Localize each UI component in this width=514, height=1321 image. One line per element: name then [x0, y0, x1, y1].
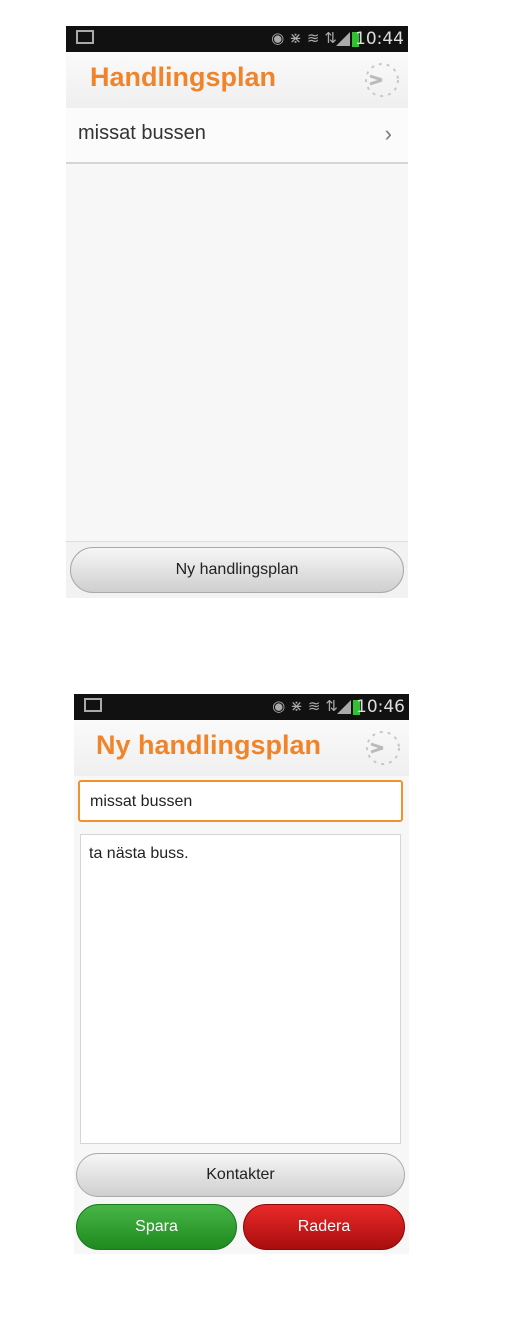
signal-icon [336, 32, 350, 46]
status-bar: ◉⋇≋⇅ 10:44 [66, 26, 408, 52]
list-item-label: missat bussen [78, 122, 206, 144]
page-title: Handlingsplan [90, 62, 277, 92]
gallery-icon [84, 698, 102, 712]
plan-title-input[interactable]: missat bussen [78, 780, 403, 822]
nfc-icon: ≋ [306, 29, 325, 47]
plan-editor: missat bussen ta nästa buss. Kontakter S… [74, 776, 409, 1254]
page-title: Ny handlingsplan [96, 730, 322, 760]
clock-icon[interactable] [363, 726, 403, 770]
screen-ny-handlingsplan: ◉⋇≋⇅ 10:46 Ny handlingsplan missat busse… [74, 694, 409, 1254]
plan-list: missat bussen › Ny handlingsplan [66, 108, 408, 598]
delete-button[interactable]: Radera [243, 1204, 405, 1250]
status-time: 10:46 [356, 697, 405, 717]
contacts-button[interactable]: Kontakter [76, 1153, 405, 1197]
save-button[interactable]: Spara [76, 1204, 237, 1250]
eye-icon: ◉ [271, 29, 290, 47]
clock-icon[interactable] [362, 58, 402, 102]
app-bar: Ny handlingsplan [74, 720, 409, 777]
plan-body-textarea[interactable]: ta nästa buss. [80, 834, 401, 1144]
app-bar: Handlingsplan [66, 52, 408, 109]
status-icons: ◉⋇≋⇅ [271, 29, 342, 47]
signal-icon [337, 700, 351, 714]
status-icons: ◉⋇≋⇅ [272, 697, 343, 715]
status-time: 10:44 [355, 29, 404, 49]
chevron-right-icon: › [384, 121, 392, 146]
nfc-icon: ≋ [307, 697, 326, 715]
bluetooth-icon: ⋇ [289, 29, 307, 47]
gallery-icon [76, 30, 94, 44]
eye-icon: ◉ [272, 697, 291, 715]
list-item[interactable]: missat bussen › [66, 108, 408, 164]
screen-handlingsplan-list: ◉⋇≋⇅ 10:44 Handlingsplan missat bussen ›… [66, 26, 408, 598]
new-plan-button[interactable]: Ny handlingsplan [70, 547, 404, 593]
bluetooth-icon: ⋇ [290, 697, 308, 715]
status-bar: ◉⋇≋⇅ 10:46 [74, 694, 409, 720]
